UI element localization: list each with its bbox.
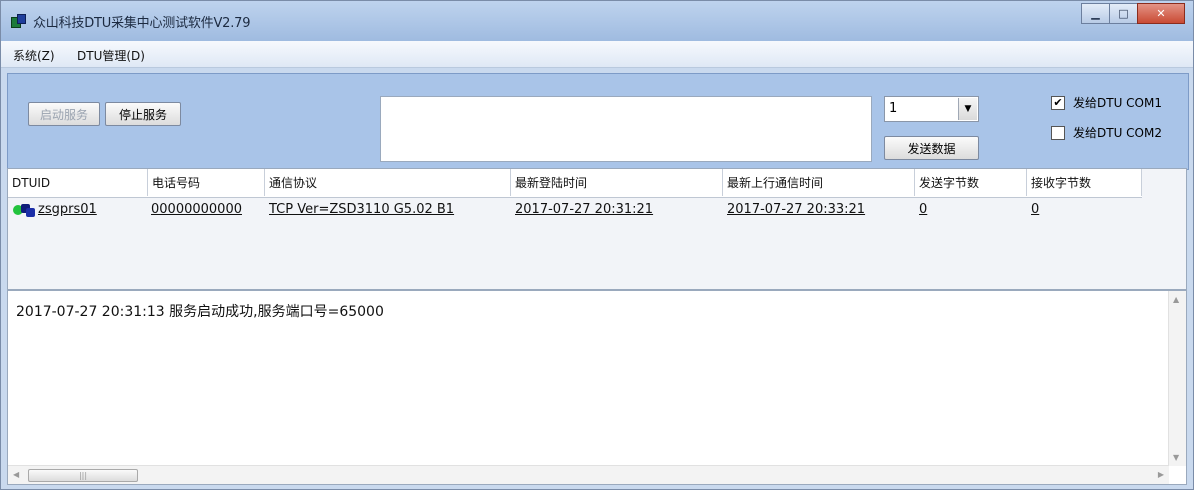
window-title: 众山科技DTU采集中心测试软件V2.79 — [33, 16, 251, 31]
column-sent-bytes[interactable]: 发送字节数 — [915, 169, 1027, 196]
minimize-icon[interactable]: ▁ — [1081, 3, 1110, 24]
close-icon[interactable]: ✕ — [1137, 3, 1185, 24]
column-phone[interactable]: 电话号码 — [148, 169, 265, 196]
cell-recv-bytes[interactable]: 0 — [1031, 202, 1039, 217]
column-protocol[interactable]: 通信协议 — [265, 169, 511, 196]
scroll-down-icon[interactable]: ▼ — [1173, 453, 1179, 462]
scroll-up-icon[interactable]: ▲ — [1173, 295, 1179, 304]
checkbox-com1-label: 发给DTU COM1 — [1073, 96, 1162, 110]
send-text-input[interactable] — [380, 96, 872, 162]
send-data-button[interactable]: 发送数据 — [884, 136, 979, 160]
vertical-scrollbar[interactable]: ▲ ▼ — [1168, 291, 1186, 466]
log-panel[interactable]: 2017-07-27 20:31:13 服务启动成功,服务端口号=65000 ▲… — [7, 290, 1187, 485]
cell-phone[interactable]: 00000000000 — [151, 202, 242, 217]
column-login-time[interactable]: 最新登陆时间 — [511, 169, 723, 196]
app-icon — [11, 14, 26, 28]
chevron-down-icon[interactable]: ▼ — [958, 98, 977, 120]
cell-protocol[interactable]: TCP Ver=ZSD3110 G5.02 B1 — [269, 202, 454, 217]
channel-select-value: 1 — [889, 101, 898, 116]
stop-service-button[interactable]: 停止服务 — [105, 102, 181, 126]
checkbox-com2-label: 发给DTU COM2 — [1073, 126, 1162, 140]
cell-dtuid[interactable]: zsgprs01 — [38, 202, 97, 217]
title-bar: 众山科技DTU采集中心测试软件V2.79 ▁ □ ✕ — [1, 1, 1193, 41]
scroll-left-icon[interactable]: ◀ — [13, 470, 19, 479]
online-status-icon — [13, 204, 41, 218]
menu-dtu-management[interactable]: DTU管理(D) — [77, 47, 145, 64]
cell-login-time[interactable]: 2017-07-27 20:31:21 — [515, 202, 653, 217]
menu-system[interactable]: 系统(Z) — [13, 47, 55, 64]
log-line: 2017-07-27 20:31:13 服务启动成功,服务端口号=65000 — [16, 304, 384, 320]
dtu-list: DTUID 电话号码 通信协议 最新登陆时间 最新上行通信时间 发送字节数 接收… — [7, 168, 1187, 290]
scroll-right-icon[interactable]: ▶ — [1158, 470, 1164, 479]
maximize-icon[interactable]: □ — [1109, 3, 1138, 24]
checkbox-com2-box[interactable] — [1051, 125, 1065, 140]
main-window: 众山科技DTU采集中心测试软件V2.79 ▁ □ ✕ 系统(Z) DTU管理(D… — [0, 0, 1194, 490]
table-row[interactable]: zsgprs01 00000000000 TCP Ver=ZSD3110 G5.… — [8, 199, 1142, 221]
dtu-list-header: DTUID 电话号码 通信协议 最新登陆时间 最新上行通信时间 发送字节数 接收… — [8, 169, 1142, 198]
checkbox-com2[interactable]: 发给DTU COM2 — [1051, 124, 1162, 141]
channel-select[interactable]: 1 ▼ — [884, 96, 979, 122]
cell-uplink-time[interactable]: 2017-07-27 20:33:21 — [727, 202, 865, 217]
checkbox-com1-box[interactable]: ✔ — [1051, 95, 1065, 110]
column-recv-bytes[interactable]: 接收字节数 — [1027, 169, 1142, 196]
column-uplink-time[interactable]: 最新上行通信时间 — [723, 169, 915, 196]
start-service-button[interactable]: 启动服务 — [28, 102, 100, 126]
window-controls: ▁ □ ✕ — [1081, 3, 1185, 25]
column-dtuid[interactable]: DTUID — [8, 169, 148, 196]
horizontal-scrollbar[interactable]: ◀ ||| ▶ — [8, 465, 1169, 484]
checkbox-com1[interactable]: ✔ 发给DTU COM1 — [1051, 94, 1162, 111]
scrollbar-thumb-icon[interactable]: ||| — [28, 469, 138, 482]
toolbar: 启动服务 停止服务 1 ▼ 发送数据 ✔ 发给DTU COM1 发给DTU CO… — [7, 73, 1189, 170]
menu-bar: 系统(Z) DTU管理(D) — [1, 41, 1193, 68]
cell-sent-bytes[interactable]: 0 — [919, 202, 927, 217]
